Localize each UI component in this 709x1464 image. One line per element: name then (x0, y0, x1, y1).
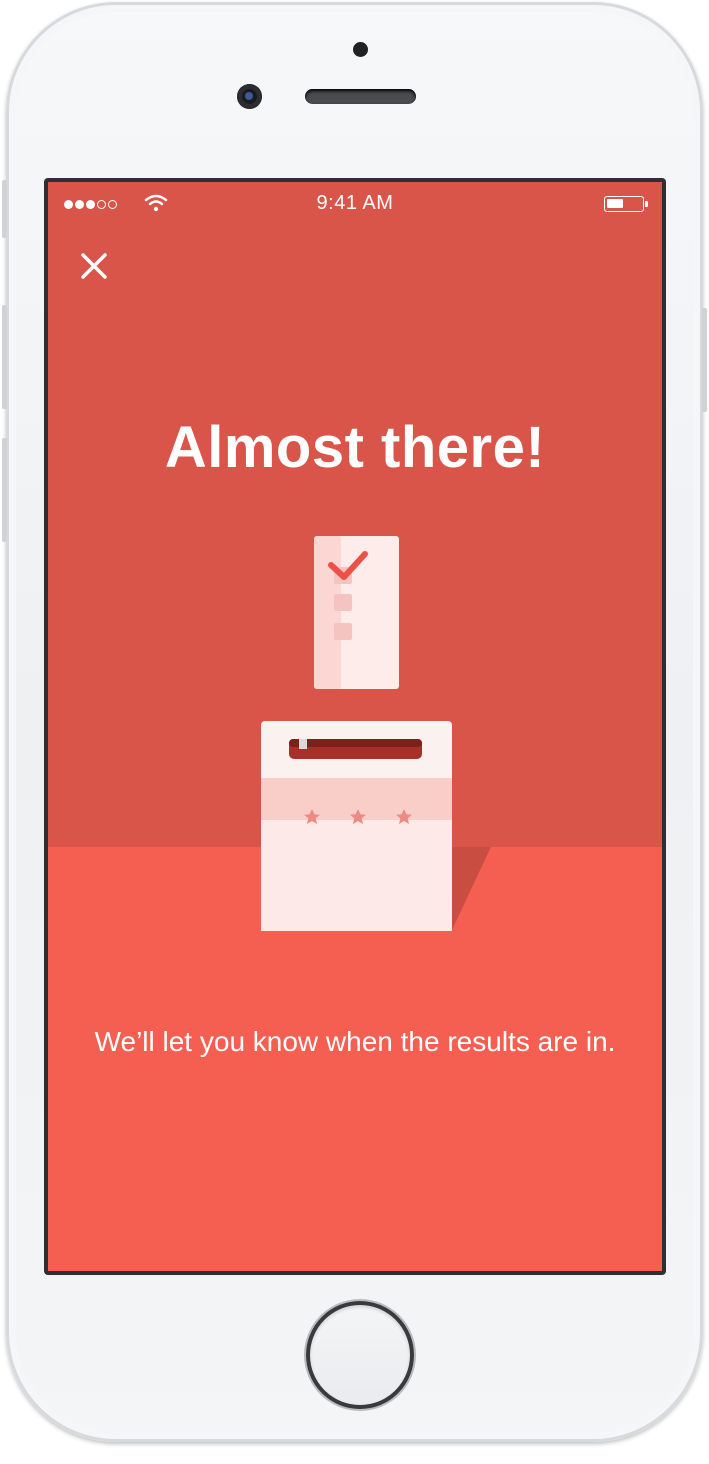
proximity-sensor (353, 42, 368, 57)
volume-down-button[interactable] (2, 438, 7, 542)
earpiece-speaker (305, 89, 416, 104)
ballot-box-illustration (261, 536, 491, 931)
ballot-box (261, 721, 452, 931)
mute-switch[interactable] (2, 180, 7, 238)
results-message: We’ll let you know when the results are … (94, 1026, 616, 1057)
ballot-card (314, 536, 399, 689)
home-button[interactable] (306, 1301, 414, 1409)
volume-up-button[interactable] (2, 305, 7, 409)
front-camera (237, 84, 262, 109)
power-button[interactable] (702, 308, 707, 412)
app-screen: 9:41 AM Almost there! We’ll let you know… (48, 182, 662, 1271)
box-shadow (452, 847, 491, 930)
